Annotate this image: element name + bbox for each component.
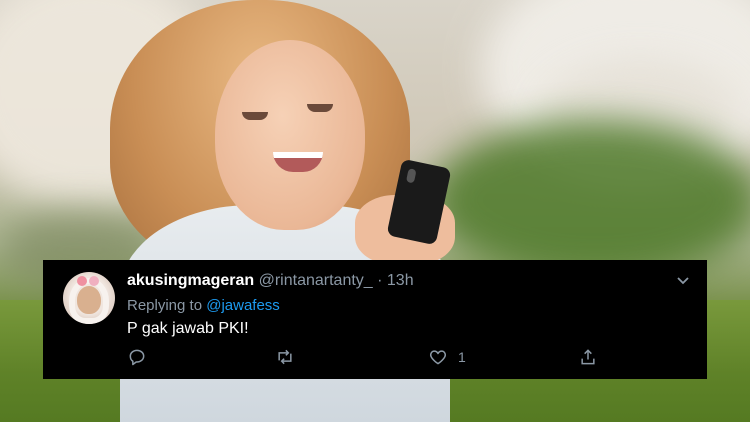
share-icon xyxy=(581,349,595,365)
reply-icon xyxy=(129,349,145,366)
tweet-header: akusingmageran @rintanartanty_ · 13h xyxy=(127,272,414,290)
chevron-down-icon[interactable] xyxy=(675,272,691,288)
replying-to-line: Replying to @jawafess xyxy=(127,297,280,314)
avatar[interactable] xyxy=(63,272,115,324)
heart-icon xyxy=(429,350,447,365)
replying-to-label: Replying to xyxy=(127,297,207,314)
like-button[interactable]: 1 xyxy=(428,346,466,368)
action-bar: 1 xyxy=(43,346,707,370)
tweet-card[interactable]: akusingmageran @rintanartanty_ · 13h Rep… xyxy=(43,260,707,379)
retweet-icon xyxy=(278,349,292,365)
user-handle[interactable]: @rintanartanty_ xyxy=(259,272,373,289)
display-name[interactable]: akusingmageran xyxy=(127,272,254,289)
reply-button[interactable] xyxy=(127,346,147,368)
share-button[interactable] xyxy=(578,346,598,368)
tweet-text: P gak jawab PKI! xyxy=(127,320,249,337)
timestamp[interactable]: 13h xyxy=(387,272,414,289)
reply-to-link[interactable]: @jawafess xyxy=(206,297,280,314)
avatar-face xyxy=(77,286,101,314)
phone-camera xyxy=(405,168,417,184)
retweet-button[interactable] xyxy=(275,346,295,368)
background-foliage xyxy=(430,120,750,280)
separator: · xyxy=(372,272,387,289)
person-eye xyxy=(307,104,333,112)
avatar-flower xyxy=(77,276,87,286)
avatar-flower xyxy=(89,276,99,286)
person-eye xyxy=(242,112,268,120)
like-count: 1 xyxy=(458,349,466,365)
person-face xyxy=(215,40,365,230)
